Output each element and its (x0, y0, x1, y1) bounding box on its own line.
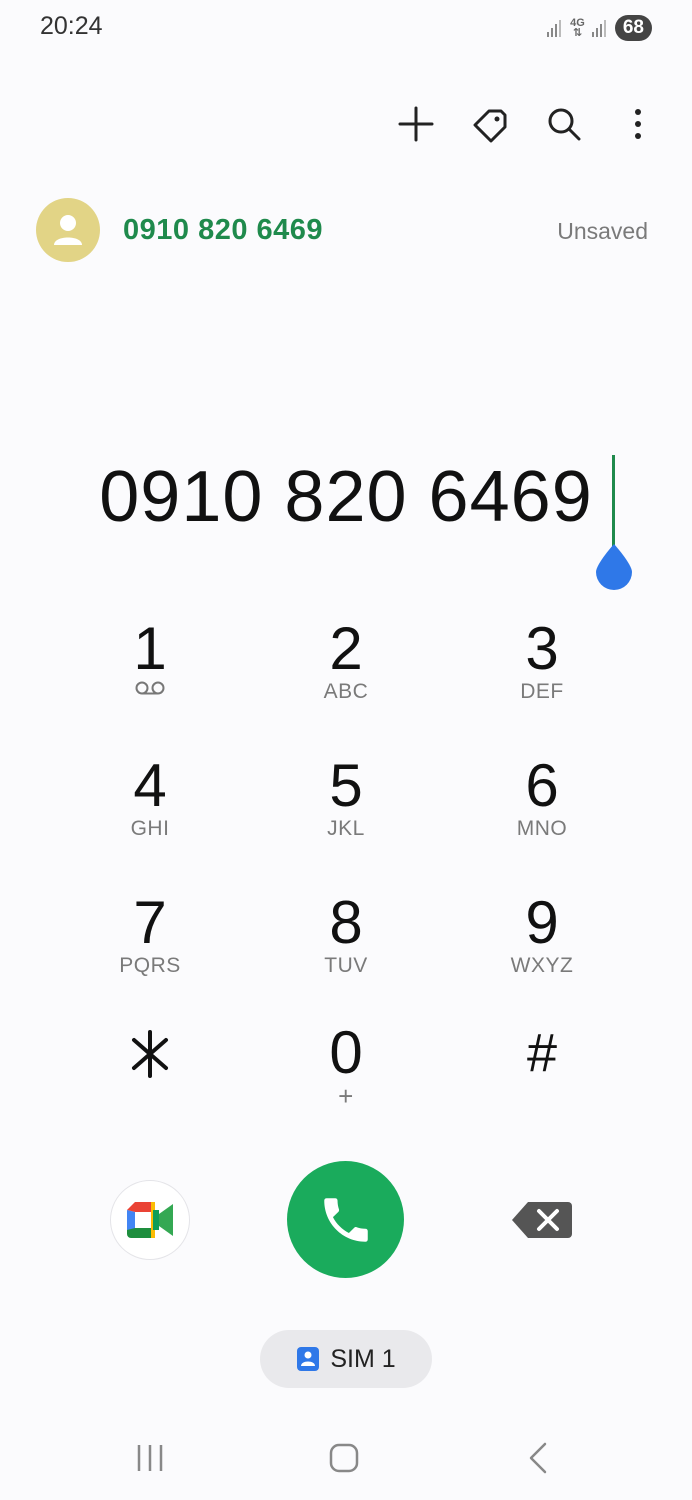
person-icon (54, 215, 82, 245)
key-4[interactable]: 4 GHI (70, 755, 230, 875)
key-3[interactable]: 3 DEF (462, 618, 622, 738)
add-contact-button[interactable] (390, 98, 442, 150)
battery-indicator: 68 (614, 15, 652, 41)
home-icon (329, 1443, 359, 1473)
key-star[interactable] (70, 1024, 230, 1144)
dialed-number-field[interactable]: 0910 820 6469 (0, 456, 692, 538)
video-call-button[interactable] (110, 1180, 190, 1260)
search-icon (548, 108, 581, 141)
key-8[interactable]: 8 TUV (266, 892, 426, 1012)
back-button[interactable] (508, 1432, 568, 1484)
text-cursor (612, 455, 615, 547)
tag-icon (473, 109, 507, 143)
search-button[interactable] (538, 98, 590, 150)
key-7[interactable]: 7 PQRS (70, 892, 230, 1012)
plus-icon (398, 106, 434, 142)
key-9[interactable]: 9 WXYZ (462, 892, 622, 1012)
key-1[interactable]: 1 (70, 618, 230, 738)
call-button[interactable] (287, 1161, 404, 1278)
more-options-button[interactable] (612, 98, 664, 150)
contact-avatar[interactable] (36, 198, 100, 262)
tag-button[interactable] (464, 98, 516, 150)
more-vertical-icon (635, 109, 641, 139)
recents-icon (137, 1445, 163, 1471)
home-button[interactable] (314, 1432, 374, 1484)
toolbar (390, 98, 664, 150)
suggested-contact-number[interactable]: 0910 820 6469 (123, 214, 323, 247)
backspace-icon[interactable] (510, 1198, 574, 1242)
sim-selector-button[interactable]: SIM 1 (260, 1330, 432, 1388)
voicemail-icon (135, 681, 165, 695)
contact-saved-status: Unsaved (557, 218, 648, 244)
back-icon (529, 1442, 547, 1474)
status-time: 20:24 (40, 12, 103, 40)
google-meet-icon (127, 1202, 173, 1238)
key-2[interactable]: 2 ABC (266, 618, 426, 738)
signal-icon (547, 20, 562, 37)
cursor-handle-icon[interactable] (596, 544, 632, 590)
sim-card-icon (297, 1347, 320, 1371)
key-0[interactable]: 0 + (266, 1022, 426, 1142)
recents-button[interactable] (120, 1432, 180, 1484)
sim-label: SIM 1 (330, 1344, 396, 1373)
key-5[interactable]: 5 JKL (266, 755, 426, 875)
asterisk-icon (132, 1030, 168, 1078)
key-hash[interactable]: # (462, 1022, 622, 1142)
network-type-icon: 4G ⇅ (570, 17, 585, 39)
phone-icon (323, 1197, 368, 1242)
status-icons: 4G ⇅ 68 (546, 12, 652, 44)
signal-icon-2 (591, 20, 606, 37)
key-6[interactable]: 6 MNO (462, 755, 622, 875)
